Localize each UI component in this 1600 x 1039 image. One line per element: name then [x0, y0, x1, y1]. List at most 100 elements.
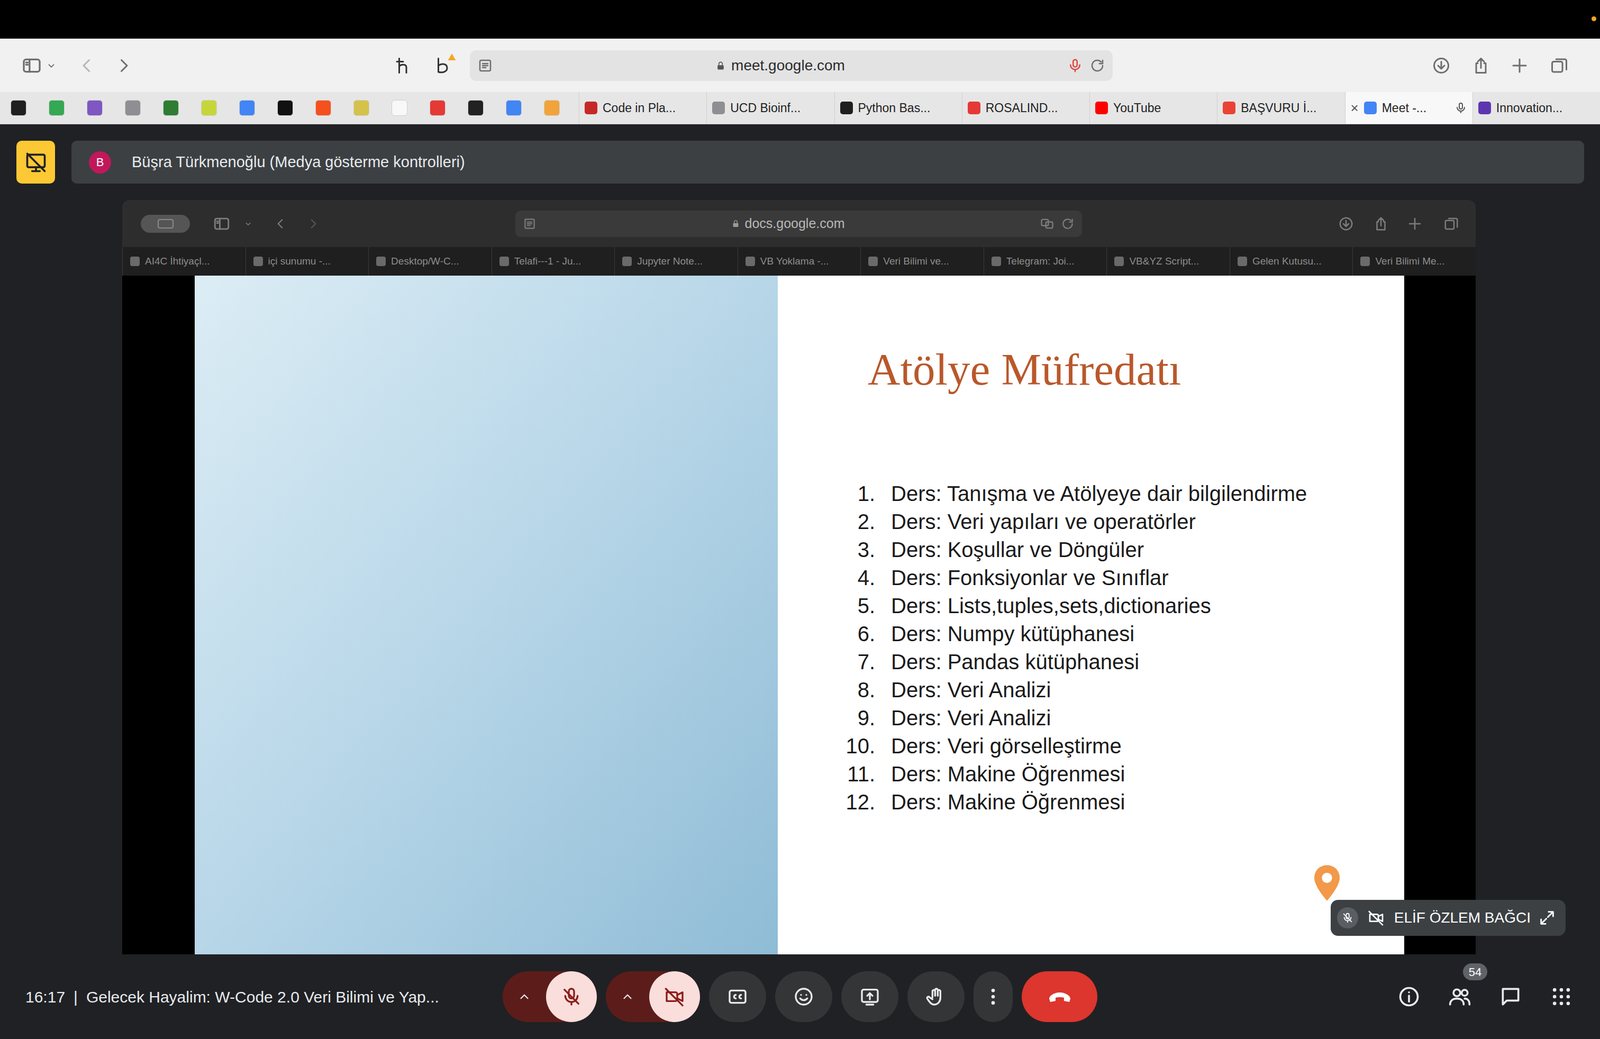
bookmark-icon[interactable] [48, 100, 65, 116]
meeting-info: 16:17|Gelecek Hayalim: W-Code 2.0 Veri B… [0, 985, 503, 1009]
reader-icon[interactable] [477, 57, 494, 74]
forward-icon[interactable] [114, 56, 134, 76]
browser-tab[interactable]: ×Meet -... [1344, 92, 1473, 124]
shared-url-text: docs.google.com [744, 213, 845, 234]
shared-screen: docs.google.comAI4C İhtiyaçl...içi sunum… [122, 200, 1476, 955]
bookmark-icon[interactable] [505, 100, 522, 116]
shared-tab-label: Gelen Kutusu... [1252, 253, 1322, 270]
bookmark-icon[interactable] [353, 100, 370, 116]
item-number: 12. [828, 786, 876, 818]
browser-tab[interactable]: Innovation... [1472, 92, 1600, 124]
item-text: Ders: Numpy kütüphanesi [891, 617, 1135, 650]
browser-tab[interactable]: ROSALIND... [961, 92, 1090, 124]
bookmark-icon[interactable] [86, 100, 103, 116]
chat-icon [1498, 985, 1523, 1009]
favicon-icon [840, 101, 853, 115]
tab-label: YouTube [1113, 98, 1161, 118]
sidebar-icon[interactable] [21, 55, 43, 77]
shared-tab: AI4C İhtiyaçl... [122, 247, 246, 276]
participant-mic [1337, 907, 1359, 929]
camera-options-button[interactable] [605, 971, 650, 1023]
more-options-button[interactable] [973, 971, 1013, 1023]
favicon-icon [1095, 101, 1108, 115]
bookmark-icon[interactable] [10, 100, 27, 116]
sidebar-icon [212, 214, 231, 233]
item-text: Ders: Koşullar ve Döngüler [891, 533, 1144, 566]
bookmark-icon[interactable] [124, 100, 141, 116]
microphone-options-button[interactable] [502, 971, 547, 1023]
browser-tab[interactable]: Code in Pla... [578, 92, 707, 124]
microphone-icon[interactable] [1454, 101, 1468, 115]
info-button[interactable] [1397, 985, 1421, 1009]
bookmark-icon[interactable] [201, 100, 217, 116]
share-icon [1373, 215, 1389, 232]
slide: Atölye Müfredatı 1.Ders: Tanışma ve Atöly… [194, 275, 1405, 955]
favicon-icon [1237, 256, 1248, 267]
browser-tab[interactable]: YouTube [1089, 92, 1217, 124]
microphone-icon[interactable] [1067, 57, 1084, 74]
bookmark-icon[interactable] [315, 100, 332, 116]
shared-tab-label: Jupyter Note... [637, 253, 703, 270]
present-button[interactable] [841, 971, 899, 1023]
expand-button[interactable] [1538, 908, 1557, 927]
reload-icon[interactable] [1089, 57, 1106, 74]
more-options-icon [982, 986, 1004, 1008]
address-bar[interactable]: meet.google.com [469, 50, 1113, 81]
download-icon[interactable] [1431, 56, 1451, 76]
info-icon [1397, 985, 1421, 1009]
back-icon[interactable] [77, 56, 97, 76]
tab-overview-icon[interactable] [1549, 56, 1569, 76]
item-number: 11. [828, 758, 876, 790]
item-text: Ders: Lists,tuples,sets,dictionaries [891, 589, 1212, 622]
microphone-toggle-button[interactable] [546, 971, 597, 1023]
participant-name: ELİF ÖZLEM BAĞCI [1394, 906, 1531, 930]
curriculum-list: 1.Ders: Tanışma ve Atölyeye dair bilgile… [777, 479, 1405, 816]
chevron-up-icon [517, 989, 532, 1004]
bookmark-icon[interactable] [543, 100, 560, 116]
share-icon[interactable] [1471, 56, 1491, 76]
curriculum-item: 5.Ders: Lists,tuples,sets,dictionaries [828, 591, 1405, 620]
meeting-title: Gelecek Hayalim: W-Code 2.0 Veri Bilimi … [86, 985, 440, 1009]
raise-hand-button[interactable] [907, 971, 965, 1023]
favicon-icon [584, 101, 598, 115]
tab-label: UCD Bioinf... [730, 98, 801, 118]
participant-tile: ELİF ÖZLEM BAĞCI [1330, 900, 1566, 936]
extension-h-icon[interactable] [393, 56, 413, 76]
chevron-down-icon[interactable] [45, 59, 58, 72]
captions-button[interactable] [708, 971, 767, 1023]
tab-label: Python Bas... [858, 98, 931, 118]
new-tab-icon[interactable] [1510, 56, 1530, 76]
activities-button[interactable] [1549, 985, 1574, 1009]
reload-icon [1060, 216, 1075, 231]
bookmark-icon[interactable] [239, 100, 256, 116]
item-text: Ders: Veri Analizi [891, 674, 1051, 706]
status-dot [1591, 16, 1597, 22]
close-tab-button[interactable]: × [1350, 101, 1359, 115]
shared-tab: Telegram: Joi... [983, 247, 1107, 276]
stop-presenting-button[interactable] [16, 140, 56, 184]
bookmark-icon[interactable] [467, 100, 484, 116]
tab-strip: Code in Pla... UCD Bioinf... Python Bas...… [578, 92, 1600, 124]
favicon-icon [1360, 256, 1370, 267]
bookmark-icon[interactable] [391, 100, 408, 116]
people-button[interactable]: 54 [1448, 985, 1472, 1009]
bookmark-icon[interactable] [277, 100, 294, 116]
extension-b [432, 56, 452, 76]
browser-tab[interactable]: Python Bas... [834, 92, 962, 124]
chat-button[interactable] [1498, 985, 1523, 1009]
shared-url-display: docs.google.com [536, 213, 1040, 234]
camera-toggle-button[interactable] [649, 971, 700, 1023]
leave-call-button[interactable] [1021, 971, 1098, 1023]
browser-tab[interactable]: BAŞVURU İ... [1216, 92, 1345, 124]
shared-address-bar: docs.google.com [515, 210, 1083, 238]
curriculum-item: 12.Ders: Makine Öğrenmesi [828, 787, 1405, 816]
camera-group [605, 971, 700, 1023]
toggle-pill [140, 214, 190, 233]
slide-title-row: Atölye Müfredatı [777, 275, 1405, 397]
bookmark-icon[interactable] [162, 100, 179, 116]
browser-tab[interactable]: UCD Bioinf... [706, 92, 834, 124]
lock-icon [715, 59, 726, 72]
item-number: 2. [828, 505, 876, 538]
bookmark-icon[interactable] [429, 100, 446, 116]
emoji-button[interactable] [775, 971, 833, 1023]
